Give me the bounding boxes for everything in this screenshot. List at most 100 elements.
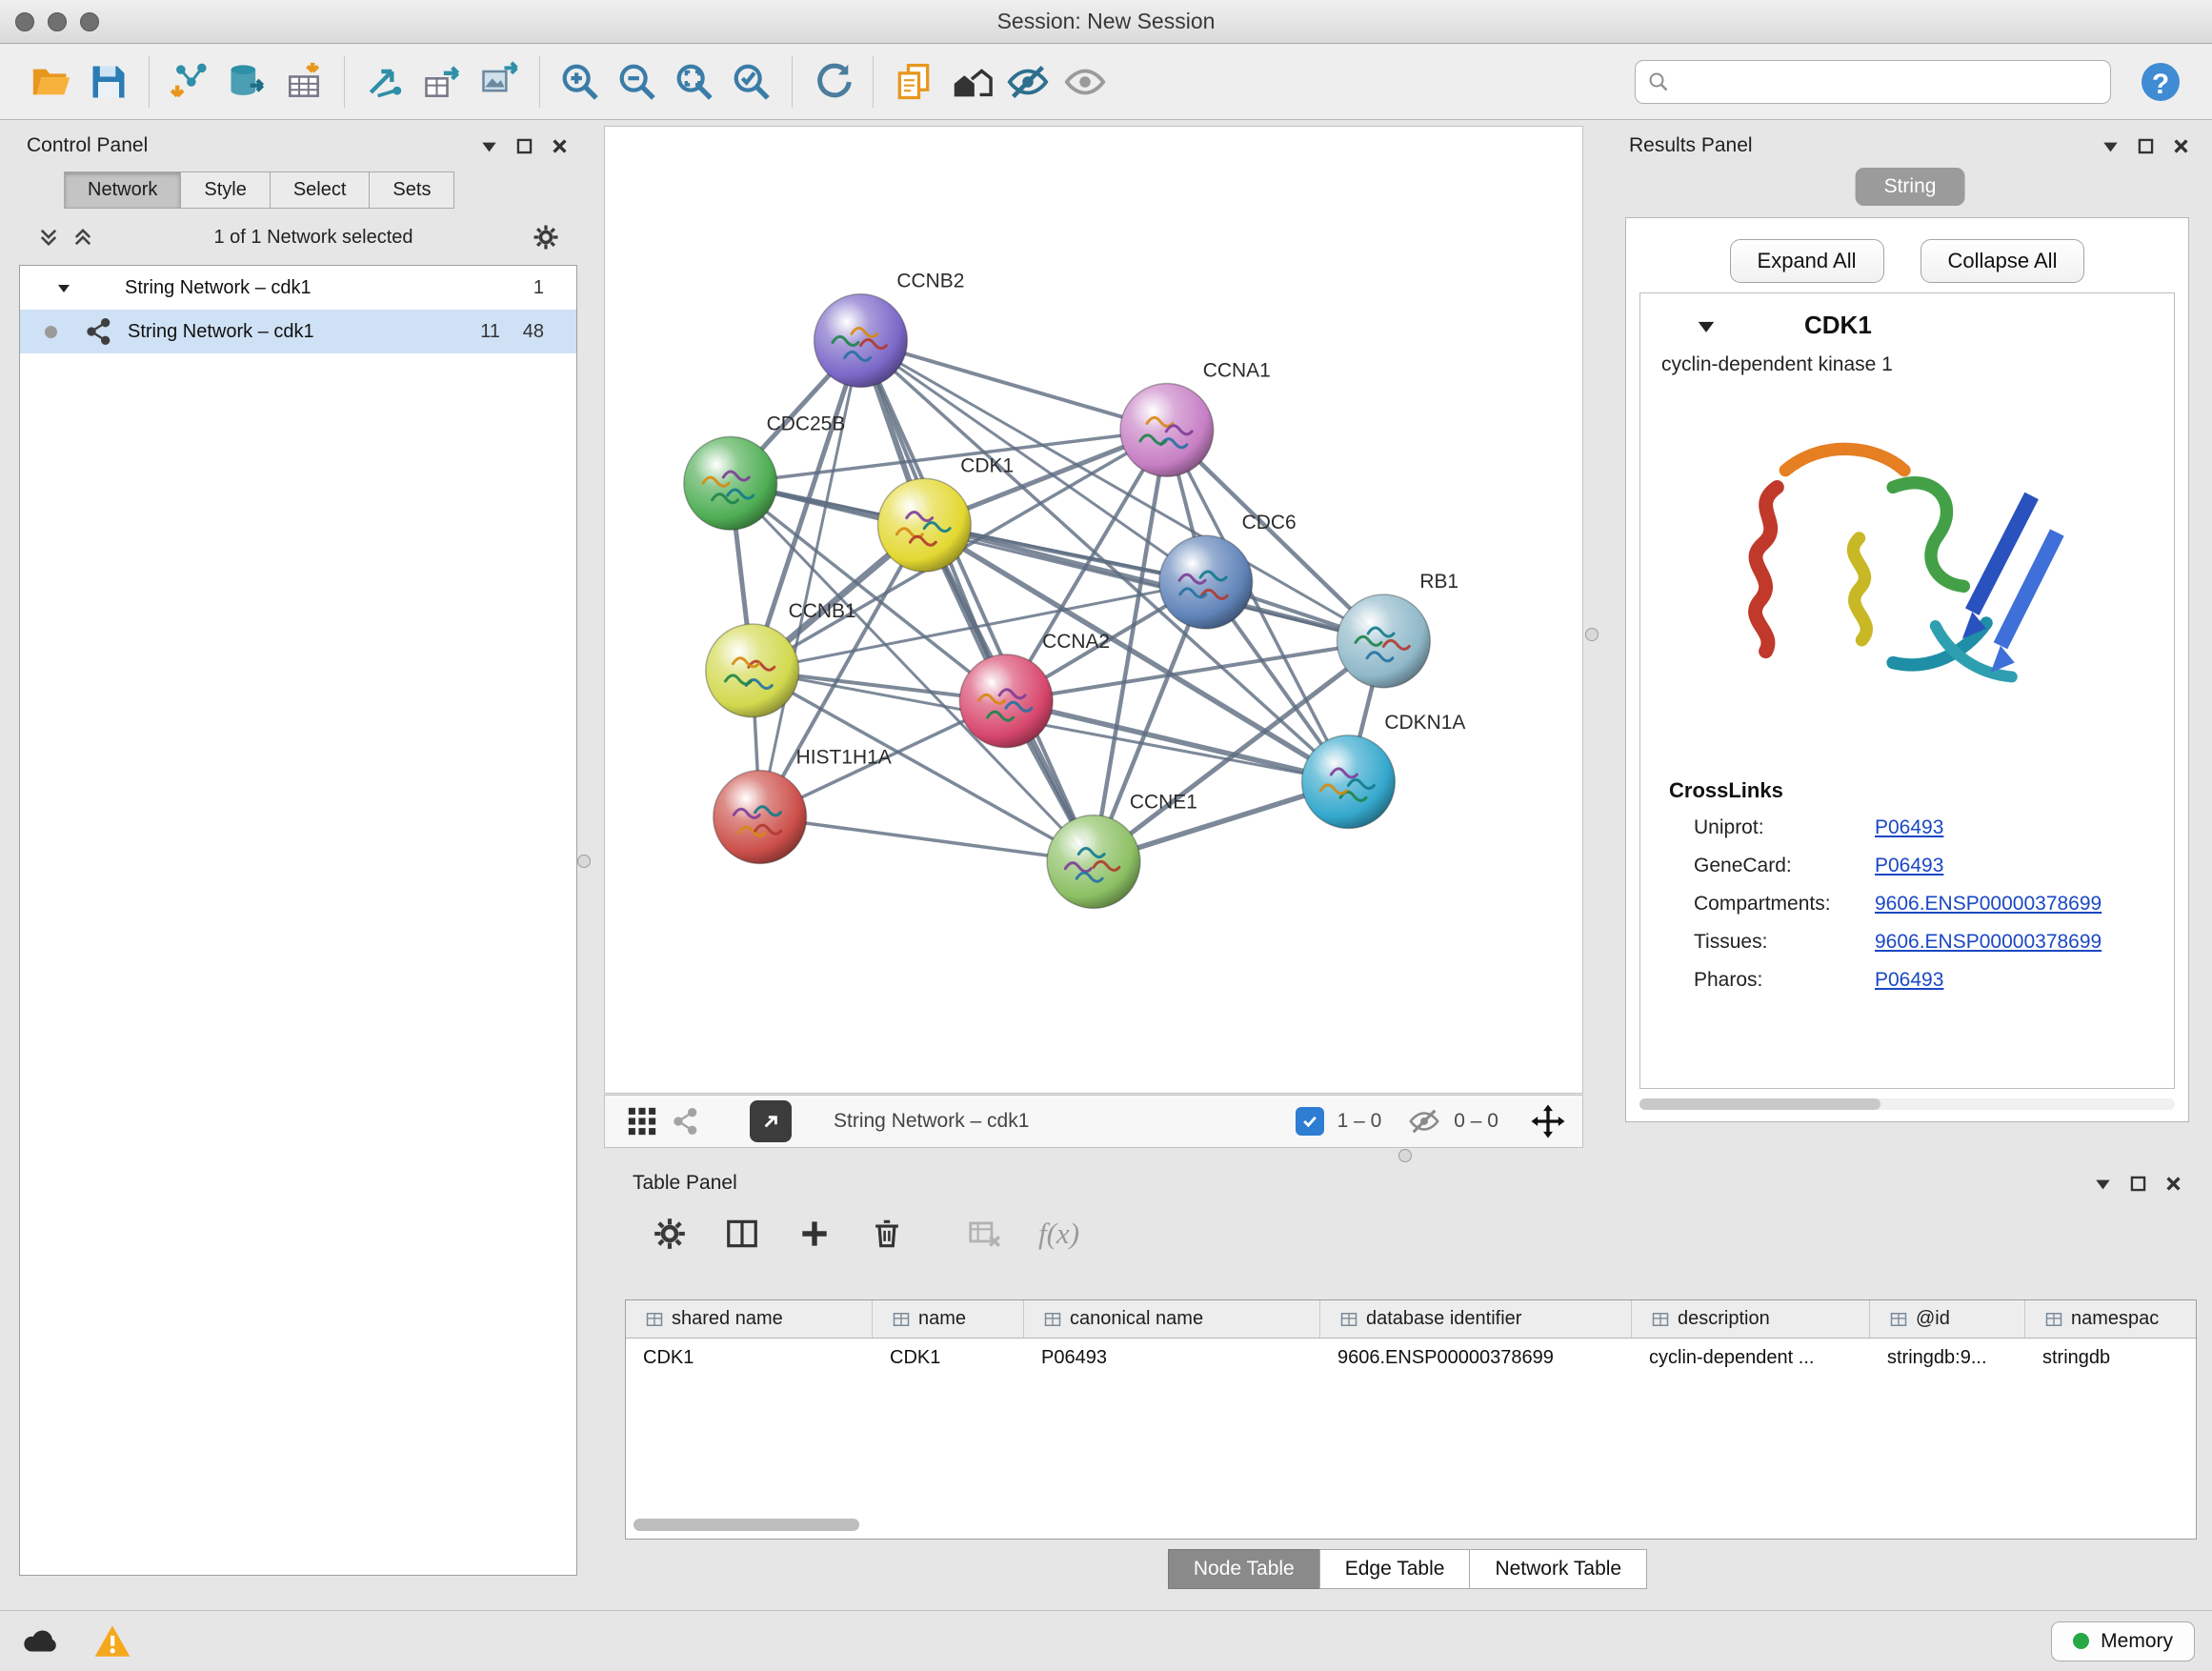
save-session-button[interactable] xyxy=(80,53,137,111)
column-header-description[interactable]: description xyxy=(1632,1300,1870,1338)
close-panel-icon[interactable] xyxy=(550,136,570,156)
expand-all-button[interactable]: Expand All xyxy=(1730,239,1884,283)
column-header-shared-name[interactable]: shared name xyxy=(626,1300,873,1338)
network-canvas[interactable]: CCNB2CCNA1CDC25BCDK1CDC6RB1CCNB1CCNA2CDK… xyxy=(605,127,1582,1093)
column-header-name[interactable]: name xyxy=(873,1300,1024,1338)
cell-canonical-name: P06493 xyxy=(1024,1347,1320,1369)
network-collection-row[interactable]: String Network – cdk1 1 xyxy=(20,266,576,310)
network-node-ccnb1[interactable]: CCNB1 xyxy=(706,600,856,717)
tab-select[interactable]: Select xyxy=(270,171,371,209)
gear-icon[interactable] xyxy=(532,223,560,252)
search-input[interactable] xyxy=(1679,70,2099,93)
network-node-ccna1[interactable]: CCNA1 xyxy=(1120,359,1271,476)
collapse-all-icon[interactable] xyxy=(36,225,61,250)
network-row[interactable]: String Network – cdk1 11 48 xyxy=(20,310,576,353)
network-edge[interactable] xyxy=(860,341,1166,431)
tab-style[interactable]: Style xyxy=(180,171,270,209)
entry-disclosure-icon[interactable] xyxy=(1696,315,1717,336)
svg-text:?: ? xyxy=(2152,69,2169,100)
close-panel-icon[interactable] xyxy=(2163,1174,2183,1194)
node-label-ccnb2: CCNB2 xyxy=(896,271,964,292)
collapse-panel-icon[interactable] xyxy=(479,136,499,156)
hide-selected-button[interactable] xyxy=(999,53,1056,111)
network-node-cdkn1a[interactable]: CDKN1A xyxy=(1302,712,1466,829)
close-panel-icon[interactable] xyxy=(2171,136,2191,156)
collapse-panel-icon[interactable] xyxy=(2101,136,2121,156)
cell-description: cyclin-dependent ... xyxy=(1632,1347,1870,1369)
network-overview-button[interactable] xyxy=(664,1099,708,1143)
cloud-button[interactable] xyxy=(17,1621,63,1662)
splitter-handle-left[interactable] xyxy=(577,855,591,868)
show-all-button[interactable] xyxy=(1056,53,1114,111)
expand-all-icon[interactable] xyxy=(70,225,95,250)
import-table-button[interactable] xyxy=(275,53,332,111)
network-node-ccnb2[interactable]: CCNB2 xyxy=(814,271,965,388)
network-statusbar: String Network – cdk1 1 – 0 0 – 0 xyxy=(604,1095,1583,1148)
zoom-fit-button[interactable] xyxy=(666,53,723,111)
splitter-handle-right[interactable] xyxy=(1585,628,1599,641)
network-node-hist1h1a[interactable]: HIST1H1A xyxy=(714,747,892,864)
network-node-cdk1[interactable]: CDK1 xyxy=(877,454,1014,572)
detach-view-button[interactable] xyxy=(750,1100,792,1142)
crosslink-row: Pharos: P06493 xyxy=(1640,961,2174,999)
copy-document-button[interactable] xyxy=(885,53,942,111)
tab-network-table[interactable]: Network Table xyxy=(1469,1549,1647,1589)
table-panel: Table Panel f(x) shared name name canoni… xyxy=(617,1164,2199,1597)
memory-button[interactable]: Memory xyxy=(2051,1621,2195,1661)
table-row[interactable]: CDK1 CDK1 P06493 9606.ENSP00000378699 cy… xyxy=(626,1339,2196,1377)
crosslink-link[interactable]: P06493 xyxy=(1875,816,1943,839)
crosslink-link[interactable]: P06493 xyxy=(1875,855,1943,877)
collapse-all-button[interactable]: Collapse All xyxy=(1920,239,2085,283)
crosslink-link[interactable]: 9606.ENSP00000378699 xyxy=(1875,893,2101,916)
tab-edge-table[interactable]: Edge Table xyxy=(1319,1549,1471,1589)
network-tree: String Network – cdk1 1 String Network –… xyxy=(19,265,577,1576)
export-image-button[interactable] xyxy=(471,53,528,111)
column-header-canonical-name[interactable]: canonical name xyxy=(1024,1300,1320,1338)
column-header-database-identifier[interactable]: database identifier xyxy=(1320,1300,1632,1338)
new-network-button[interactable] xyxy=(356,53,413,111)
results-scrollbar[interactable] xyxy=(1639,1098,2175,1110)
refresh-button[interactable] xyxy=(804,53,861,111)
refresh-icon xyxy=(811,60,855,104)
open-session-button[interactable] xyxy=(23,53,80,111)
pan-crosshair-icon[interactable] xyxy=(1529,1102,1567,1140)
tab-sets[interactable]: Sets xyxy=(369,171,454,209)
toolbar-search[interactable] xyxy=(1635,60,2111,104)
tab-string[interactable]: String xyxy=(1856,168,1965,206)
network-edge[interactable] xyxy=(860,341,1094,862)
birdseye-toggle-button[interactable] xyxy=(620,1099,664,1143)
zoom-in-button[interactable] xyxy=(552,53,609,111)
import-network-file-button[interactable] xyxy=(161,53,218,111)
float-panel-icon[interactable] xyxy=(514,136,534,156)
network-node-rb1[interactable]: RB1 xyxy=(1337,571,1458,688)
save-icon xyxy=(88,61,130,103)
import-network-database-button[interactable] xyxy=(218,53,275,111)
show-columns-icon[interactable] xyxy=(724,1216,760,1252)
zoom-out-button[interactable] xyxy=(609,53,666,111)
tab-network[interactable]: Network xyxy=(64,171,181,209)
crosslink-link[interactable]: 9606.ENSP00000378699 xyxy=(1875,931,2101,954)
network-node-cdc6[interactable]: CDC6 xyxy=(1159,512,1297,629)
table-horizontal-scrollbar[interactable] xyxy=(633,1519,859,1531)
splitter-handle-bottom[interactable] xyxy=(1398,1149,1412,1162)
bundled-apps-button[interactable] xyxy=(942,53,999,111)
network-selection-row: 1 of 1 Network selected xyxy=(13,212,583,262)
column-header-namespace[interactable]: namespac xyxy=(2025,1300,2197,1338)
column-header-id[interactable]: @id xyxy=(1870,1300,2025,1338)
crosslink-link[interactable]: P06493 xyxy=(1875,969,1943,992)
clone-network-button[interactable] xyxy=(413,53,471,111)
float-panel-icon[interactable] xyxy=(2128,1174,2148,1194)
crosslink-row: Uniprot: P06493 xyxy=(1640,809,2174,847)
warnings-button[interactable] xyxy=(90,1621,135,1662)
disclosure-triangle-icon[interactable] xyxy=(56,280,71,295)
delete-column-trash-icon[interactable] xyxy=(869,1216,905,1252)
zoom-selected-button[interactable] xyxy=(723,53,780,111)
tab-node-table[interactable]: Node Table xyxy=(1168,1549,1320,1589)
selected-indicator-checkbox[interactable] xyxy=(1296,1107,1324,1136)
network-edge[interactable] xyxy=(760,817,1094,862)
help-button[interactable]: ? xyxy=(2132,53,2189,111)
table-settings-gear-icon[interactable] xyxy=(652,1216,688,1252)
add-column-icon[interactable] xyxy=(796,1216,833,1252)
collapse-panel-icon[interactable] xyxy=(2093,1174,2113,1194)
float-panel-icon[interactable] xyxy=(2136,136,2156,156)
